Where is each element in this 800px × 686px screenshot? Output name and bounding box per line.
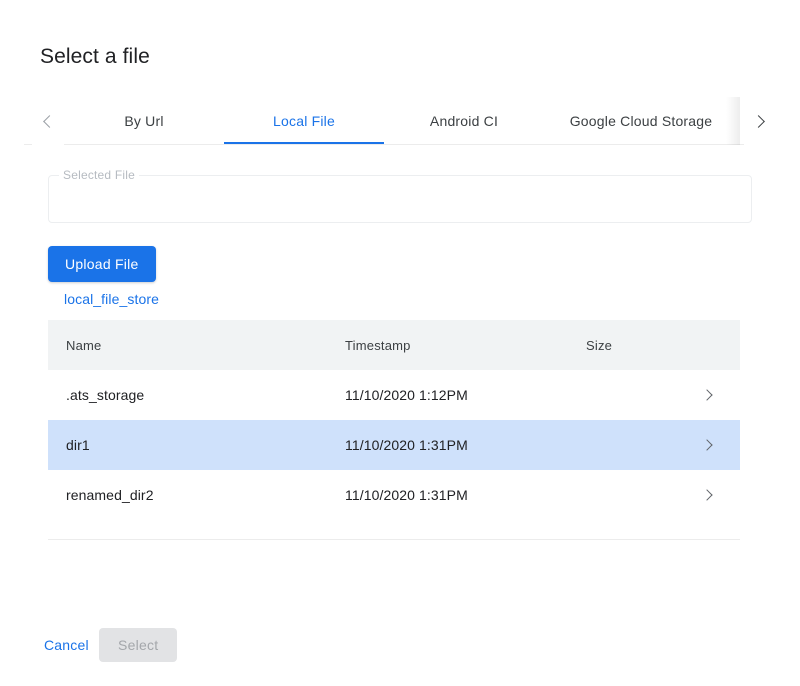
chevron-left-icon xyxy=(43,115,56,128)
row-open-button[interactable] xyxy=(676,441,740,449)
row-open-button[interactable] xyxy=(676,491,740,499)
cell-timestamp: 11/10/2020 1:12PM xyxy=(345,387,586,403)
cell-name: .ats_storage xyxy=(48,387,345,403)
selected-file-field[interactable]: Selected File xyxy=(48,175,752,223)
tab-scroll-left-button[interactable] xyxy=(32,97,64,145)
column-header-timestamp: Timestamp xyxy=(345,338,586,353)
select-button[interactable]: Select xyxy=(99,628,177,662)
table-header-row: Name Timestamp Size xyxy=(48,320,740,370)
tab-label: Google Cloud Storage xyxy=(570,113,713,129)
table-row[interactable]: renamed_dir2 11/10/2020 1:31PM xyxy=(48,470,740,520)
tab-label: By Url xyxy=(124,113,163,129)
cancel-button[interactable]: Cancel xyxy=(40,631,93,659)
cell-name: dir1 xyxy=(48,437,345,453)
table-row[interactable]: .ats_storage 11/10/2020 1:12PM xyxy=(48,370,740,420)
cell-timestamp: 11/10/2020 1:31PM xyxy=(345,437,586,453)
chevron-right-icon xyxy=(701,389,712,400)
table-bottom-divider xyxy=(48,539,740,540)
cell-timestamp: 11/10/2020 1:31PM xyxy=(345,487,586,503)
tab-bar-divider xyxy=(24,144,776,145)
chevron-right-icon xyxy=(701,439,712,450)
chevron-right-icon xyxy=(701,489,712,500)
tab-by-url[interactable]: By Url xyxy=(64,97,224,145)
file-table: Name Timestamp Size .ats_storage 11/10/2… xyxy=(48,320,740,540)
selected-file-label: Selected File xyxy=(59,167,139,183)
tab-local-file[interactable]: Local File xyxy=(224,97,384,145)
select-file-dialog: Select a file By Url Local File Android … xyxy=(0,0,800,686)
tab-label: Android CI xyxy=(430,113,498,129)
cell-name: renamed_dir2 xyxy=(48,487,345,503)
column-header-name: Name xyxy=(48,338,345,353)
tab-google-cloud-storage[interactable]: Google Cloud Storage xyxy=(544,97,738,145)
tab-scroll-right-button[interactable] xyxy=(744,97,776,145)
tab-strip: By Url Local File Android CI Google Clou… xyxy=(64,97,740,145)
upload-file-button[interactable]: Upload File xyxy=(48,246,156,282)
breadcrumb[interactable]: local_file_store xyxy=(64,291,159,307)
tab-bar: By Url Local File Android CI Google Clou… xyxy=(24,97,776,145)
table-row[interactable]: dir1 11/10/2020 1:31PM xyxy=(48,420,740,470)
row-open-button[interactable] xyxy=(676,391,740,399)
selected-file-input[interactable] xyxy=(61,185,739,215)
tab-strip-scroll-area[interactable]: By Url Local File Android CI Google Clou… xyxy=(64,97,740,145)
column-header-size: Size xyxy=(586,338,676,353)
page-title: Select a file xyxy=(40,45,150,69)
tab-label: Local File xyxy=(273,113,335,129)
chevron-right-icon xyxy=(752,115,765,128)
tab-android-ci[interactable]: Android CI xyxy=(384,97,544,145)
